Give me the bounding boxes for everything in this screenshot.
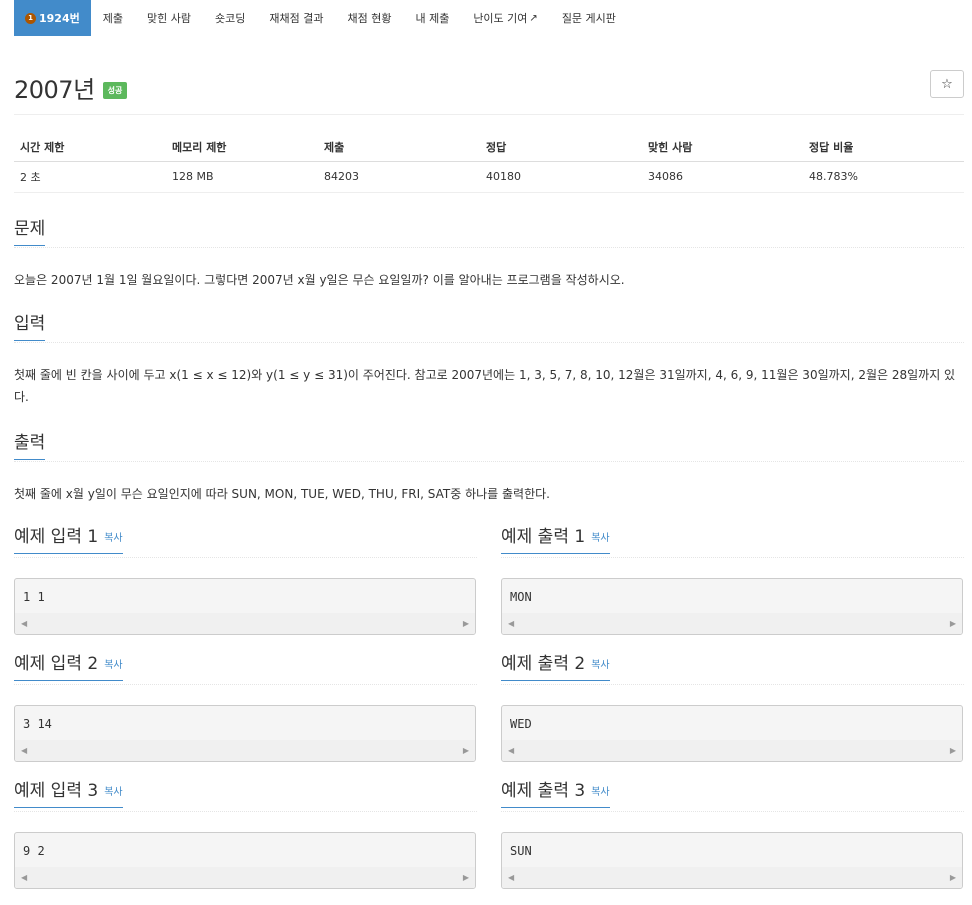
header-solved-users: 맞힌 사람 xyxy=(642,134,803,162)
sample-input-3-text: 9 2 xyxy=(23,844,45,858)
table-header-row: 시간 제한 메모리 제한 제출 정답 맞힌 사람 정답 비율 xyxy=(14,134,964,162)
problem-description: 오늘은 2007년 1월 1일 월요일이다. 그렇다면 2007년 x월 y일은… xyxy=(14,273,625,287)
tab-problem-label: 1924번 xyxy=(39,12,80,25)
header-accept-ratio: 정답 비율 xyxy=(803,134,964,162)
copy-button[interactable]: 복사 xyxy=(591,660,609,671)
sample-output-2-heading: 예제 출력 2 복사 xyxy=(501,649,964,685)
header-submissions: 제출 xyxy=(318,134,480,162)
scroll-left-icon[interactable]: ◀ xyxy=(508,746,514,755)
sample-output-1-text: MON xyxy=(510,590,532,604)
tab-question-board[interactable]: 질문 게시판 xyxy=(550,0,628,36)
sample-input-1-title: 예제 입력 1 복사 xyxy=(14,522,123,554)
table-row: 2 초 128 MB 84203 40180 34086 48.783% xyxy=(14,161,964,192)
tab-difficulty-label: 난이도 기여 xyxy=(473,12,528,25)
scroll-left-icon[interactable]: ◀ xyxy=(21,873,27,882)
output-heading: 출력 xyxy=(14,428,46,460)
scroll-right-icon[interactable]: ▶ xyxy=(950,746,956,755)
copy-button[interactable]: 복사 xyxy=(591,787,609,798)
copy-button[interactable]: 복사 xyxy=(591,533,609,544)
input-section-heading: 입력 xyxy=(14,309,964,343)
tab-my-submissions[interactable]: 내 제출 xyxy=(403,0,461,36)
sample-input-1-box[interactable]: 1 1 ◀ ▶ xyxy=(14,578,476,635)
page-title: 2007년 xyxy=(14,76,95,104)
header-memory-limit: 메모리 제한 xyxy=(166,134,318,162)
scroll-left-icon[interactable]: ◀ xyxy=(508,619,514,628)
sample-output-3-title: 예제 출력 3 복사 xyxy=(501,776,610,808)
tab-difficulty-contribution[interactable]: 난이도 기여 ↗ xyxy=(461,0,550,36)
scroll-right-icon[interactable]: ▶ xyxy=(463,746,469,755)
value-accepted: 40180 xyxy=(486,170,521,183)
sample-input-3-title: 예제 입력 3 복사 xyxy=(14,776,123,808)
sample-output-2-label: 예제 출력 2 xyxy=(501,654,586,674)
problem-heading: 문제 xyxy=(14,214,46,246)
tier-badge-icon: 1 xyxy=(25,12,36,24)
scroll-right-icon[interactable]: ▶ xyxy=(463,873,469,882)
horizontal-scrollbar[interactable]: ◀ ▶ xyxy=(502,613,962,634)
sample-input-1-text: 1 1 xyxy=(23,590,45,604)
input-heading: 입력 xyxy=(14,309,46,341)
copy-button[interactable]: 복사 xyxy=(104,787,122,798)
sample-input-2-title: 예제 입력 2 복사 xyxy=(14,649,123,681)
scroll-left-icon[interactable]: ◀ xyxy=(508,873,514,882)
sample-output-3-text: SUN xyxy=(510,844,532,858)
tab-rejudge-results[interactable]: 재채점 결과 xyxy=(257,0,335,36)
sample-output-2-box[interactable]: WED ◀ ▶ xyxy=(501,705,963,762)
sample-output-1-box[interactable]: MON ◀ ▶ xyxy=(501,578,963,635)
sample-input-2-label: 예제 입력 2 xyxy=(14,654,99,674)
sample-input-3-heading: 예제 입력 3 복사 xyxy=(14,776,477,812)
scroll-right-icon[interactable]: ▶ xyxy=(463,619,469,628)
external-link-icon: ↗ xyxy=(529,12,538,24)
horizontal-scrollbar[interactable]: ◀ ▶ xyxy=(502,740,962,761)
problem-section-heading: 문제 xyxy=(14,214,964,248)
sample-input-2-heading: 예제 입력 2 복사 xyxy=(14,649,477,685)
output-section-heading: 출력 xyxy=(14,428,964,462)
tab-problem[interactable]: 1 1924번 xyxy=(14,0,91,36)
sample-input-2-box[interactable]: 3 14 ◀ ▶ xyxy=(14,705,476,762)
tab-solved-users[interactable]: 맞힌 사람 xyxy=(135,0,203,36)
input-description: 첫째 줄에 빈 칸을 사이에 두고 x(1 ≤ x ≤ 12)와 y(1 ≤ y… xyxy=(14,368,956,404)
horizontal-scrollbar[interactable]: ◀ ▶ xyxy=(15,613,475,634)
problem-tabs: 1 1924번 제출 맞힌 사람 숏코딩 재채점 결과 채점 현황 내 제출 난… xyxy=(14,0,628,36)
scroll-left-icon[interactable]: ◀ xyxy=(21,746,27,755)
divider xyxy=(14,114,964,115)
header-accepted: 정답 xyxy=(480,134,642,162)
copy-button[interactable]: 복사 xyxy=(104,660,122,671)
scroll-right-icon[interactable]: ▶ xyxy=(950,619,956,628)
sample-input-1-label: 예제 입력 1 xyxy=(14,527,99,547)
tab-submit[interactable]: 제출 xyxy=(91,0,135,36)
sample-output-2-text: WED xyxy=(510,717,532,731)
star-button[interactable]: ☆ xyxy=(930,70,964,98)
horizontal-scrollbar[interactable]: ◀ ▶ xyxy=(15,867,475,888)
tab-short-coding[interactable]: 숏코딩 xyxy=(203,0,257,36)
value-accept-ratio: 48.783% xyxy=(809,170,858,183)
horizontal-scrollbar[interactable]: ◀ ▶ xyxy=(15,740,475,761)
scroll-left-icon[interactable]: ◀ xyxy=(21,619,27,628)
value-solved-users: 34086 xyxy=(648,170,683,183)
sample-input-3-box[interactable]: 9 2 ◀ ▶ xyxy=(14,832,476,889)
sample-input-1-heading: 예제 입력 1 복사 xyxy=(14,522,477,558)
output-description: 첫째 줄에 x월 y일이 무슨 요일인지에 따라 SUN, MON, TUE, … xyxy=(14,487,550,501)
horizontal-scrollbar[interactable]: ◀ ▶ xyxy=(502,867,962,888)
value-time-limit: 2 초 xyxy=(20,170,41,184)
title-row: 2007년 성공 xyxy=(14,70,128,105)
sample-output-3-label: 예제 출력 3 xyxy=(501,781,586,801)
scroll-right-icon[interactable]: ▶ xyxy=(950,873,956,882)
tab-status[interactable]: 채점 현황 xyxy=(335,0,403,36)
sample-output-1-heading: 예제 출력 1 복사 xyxy=(501,522,964,558)
sample-output-1-title: 예제 출력 1 복사 xyxy=(501,522,610,554)
sample-output-3-box[interactable]: SUN ◀ ▶ xyxy=(501,832,963,889)
sample-input-3-label: 예제 입력 3 xyxy=(14,781,99,801)
problem-info-table: 시간 제한 메모리 제한 제출 정답 맞힌 사람 정답 비율 2 초 128 M… xyxy=(14,134,964,193)
copy-button[interactable]: 복사 xyxy=(104,533,122,544)
sample-output-3-heading: 예제 출력 3 복사 xyxy=(501,776,964,812)
sample-output-2-title: 예제 출력 2 복사 xyxy=(501,649,610,681)
header-time-limit: 시간 제한 xyxy=(14,134,166,162)
star-icon: ☆ xyxy=(941,76,953,92)
status-badge: 성공 xyxy=(102,82,128,99)
value-submissions: 84203 xyxy=(324,170,359,183)
value-memory-limit: 128 MB xyxy=(172,170,214,183)
sample-output-1-label: 예제 출력 1 xyxy=(501,527,586,547)
sample-input-2-text: 3 14 xyxy=(23,717,52,731)
